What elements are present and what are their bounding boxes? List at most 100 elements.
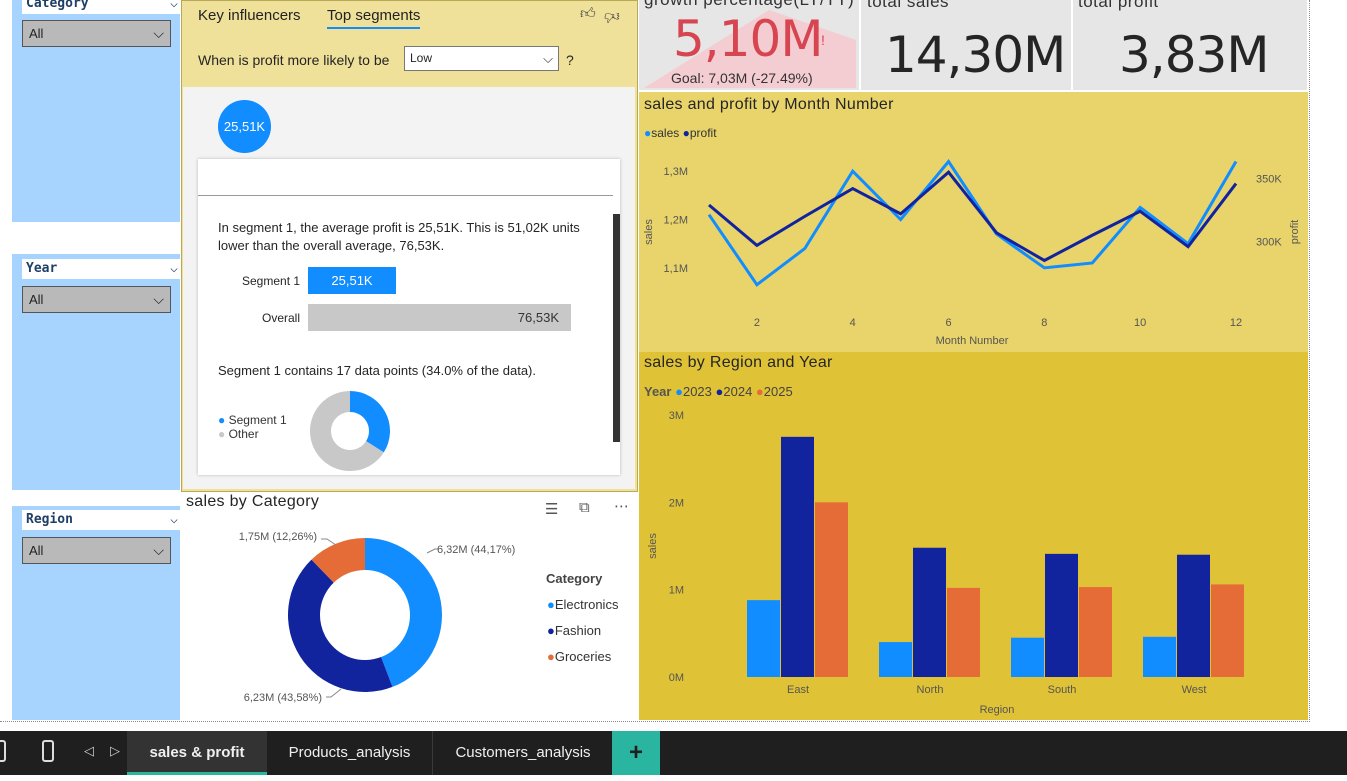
segment-slice	[350, 391, 390, 453]
category-slicer-panel: Category ⌵ All ⌵	[12, 0, 182, 222]
region-slicer-title[interactable]: Region ⌵	[22, 510, 182, 530]
overall-bar-label: Overall	[262, 311, 301, 325]
dot-icon: ●	[218, 413, 226, 427]
legend-item-fashion[interactable]: ●Fashion	[547, 618, 618, 644]
category-slicer-title[interactable]: Category ⌵	[22, 0, 182, 14]
region-dropdown-value: All	[29, 543, 44, 558]
y-tick-label: 0M	[669, 672, 684, 684]
bar-2024-west	[1177, 554, 1210, 677]
thumbs-down-icon[interactable]: 👍︎	[604, 7, 620, 25]
add-page-button[interactable]: +	[612, 731, 660, 775]
bar-2024-north	[913, 547, 946, 677]
bar-2023-east	[747, 600, 780, 677]
dot-icon: ●	[547, 649, 555, 664]
dot-icon: ●	[547, 597, 555, 612]
chevron-down-icon[interactable]: ⌵	[153, 21, 164, 46]
next-page-icon[interactable]: ▷	[110, 743, 120, 759]
y-tick-label: 3M	[669, 410, 684, 422]
thumbs-up-icon[interactable]: 👍︎	[580, 5, 596, 23]
segment-detail-card: In segment 1, the average profit is 25,5…	[198, 159, 620, 475]
slice-fashion	[288, 559, 393, 692]
leader-line	[326, 688, 342, 698]
slice-label-fashion: 6,23M (43,58%)	[244, 692, 322, 704]
tab-customers-analysis[interactable]: Customers_analysis	[434, 731, 612, 775]
chevron-down-icon[interactable]: ⌵	[153, 538, 164, 563]
category-slicer-label: Category	[26, 0, 89, 11]
overall-bar-value: 76,53K	[517, 310, 559, 325]
divider	[198, 195, 613, 196]
kpi-sales-value: 14,30M	[885, 26, 1066, 84]
leader-line	[321, 538, 337, 546]
tab-key-influencers[interactable]: Key influencers	[198, 7, 301, 24]
bar-2024-east	[781, 436, 814, 677]
tab-top-segments[interactable]: Top segments	[327, 7, 421, 29]
bar-2023-west	[1143, 636, 1176, 677]
kpi-growth-goal: Goal: 7,03M (-27.49%)	[671, 70, 813, 86]
tab-label: Customers_analysis	[455, 744, 591, 761]
x-tick-label: 2	[754, 317, 760, 329]
bar-chart-visual: sales by Region and Year Year ●2023 ●202…	[639, 352, 1308, 720]
year-slicer-panel: Year ⌵ All ⌵	[12, 254, 182, 490]
segment-bar-label: Segment 1	[242, 274, 301, 288]
y2-tick-label: 350K	[1256, 174, 1282, 186]
segment-description: In segment 1, the average profit is 25,5…	[218, 220, 580, 253]
kpi-total-profit-card: total profit 3,83M	[1073, 0, 1307, 90]
legend-item-groceries[interactable]: ●Groceries	[547, 644, 618, 670]
bar-2024-south	[1045, 553, 1078, 677]
mobile-view-icon[interactable]	[42, 740, 54, 762]
dot-icon: ●	[218, 427, 226, 441]
desktop-view-icon[interactable]	[0, 740, 6, 762]
x-tick-label: South	[1048, 684, 1077, 696]
segment-bar-value: 25,51K	[331, 273, 373, 288]
overall-bar: 76,53K	[308, 304, 571, 331]
legend-item-electronics[interactable]: ●Electronics	[547, 592, 618, 618]
kpi-total-sales-card: total sales 14,30M	[861, 0, 1071, 90]
slice-label-electronics: 6,32M (44,17%)	[437, 544, 515, 556]
x-tick-label: West	[1182, 684, 1207, 696]
ki-value-dropdown[interactable]: Low ⌵	[404, 46, 559, 71]
year-dropdown[interactable]: All ⌵	[22, 286, 171, 313]
tab-sales-profit[interactable]: sales & profit	[127, 731, 267, 775]
region-dropdown[interactable]: All ⌵	[22, 537, 171, 564]
chevron-down-icon[interactable]: ⌵	[170, 0, 178, 14]
plus-icon: +	[628, 739, 643, 766]
scrollbar-thumb[interactable]	[613, 214, 620, 442]
category-dropdown-value: All	[29, 26, 44, 41]
y-axis-title: sales	[643, 219, 655, 245]
legend-label: Segment 1	[228, 413, 287, 427]
category-dropdown[interactable]: All ⌵	[22, 20, 171, 47]
y-tick-label: 1,2M	[664, 215, 688, 227]
ki-help-icon[interactable]: ?	[566, 52, 574, 68]
y-tick-label: 1,3M	[664, 166, 688, 178]
segment-share-donut	[310, 391, 390, 471]
legend-label: Other	[228, 427, 259, 441]
legend-label: Fashion	[554, 623, 602, 638]
kpi-growth-value: 5,10M	[673, 10, 823, 68]
region-slicer-label: Region	[26, 512, 73, 527]
donut-legend: ●Electronics ●Fashion ●Groceries	[547, 592, 618, 670]
bar-2023-north	[879, 642, 912, 677]
bar-chart-plot: 3M 2M 1M 0M sales Region East North South West	[647, 410, 1244, 716]
ki-question-text: When is profit more likely to be	[198, 52, 390, 68]
bar-2025-east	[815, 502, 848, 677]
segment-bubble[interactable]: 25,51K	[218, 100, 271, 153]
chevron-down-icon[interactable]: ⌵	[170, 510, 178, 530]
tab-products-analysis[interactable]: Products_analysis	[267, 731, 433, 775]
y-axis-title: sales	[647, 533, 659, 559]
previous-page-icon[interactable]: ◁	[84, 743, 94, 759]
alert-icon: !	[821, 32, 825, 48]
year-slicer-label: Year	[26, 261, 58, 276]
x-tick-label: East	[787, 684, 809, 696]
profit-line	[708, 170, 1238, 263]
donut-legend-title: Category	[546, 571, 603, 586]
line-chart-visual: sales and profit by Month Number ●sales …	[639, 92, 1308, 352]
chevron-down-icon[interactable]: ⌵	[170, 259, 178, 279]
kpi-profit-value: 3,83M	[1119, 26, 1269, 84]
segment-bubble-label: 25,51K	[223, 119, 266, 134]
data-points-text: Segment 1 contains 17 data points (34.0%…	[218, 363, 536, 378]
region-slicer-panel: Region ⌵ All ⌵	[12, 506, 182, 720]
chevron-down-icon[interactable]: ⌵	[153, 287, 164, 312]
year-slicer-title[interactable]: Year ⌵	[22, 259, 182, 279]
line-chart-plot: 1,3M 1,2M 1,1M 350K 300K 2 4 6 8 10 12 Month Number…	[643, 158, 1301, 347]
chevron-down-icon[interactable]: ⌵	[543, 47, 553, 70]
